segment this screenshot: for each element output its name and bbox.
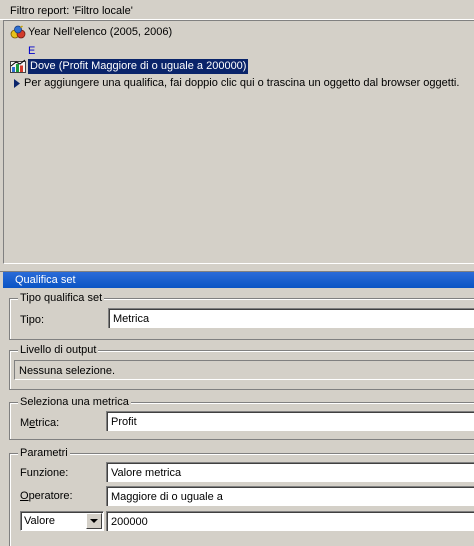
- add-qualification-hint-text: Per aggiungere una qualifica, fai doppio…: [24, 77, 460, 89]
- tipo-label: Tipo:: [20, 314, 45, 326]
- filter-row-year-text: Year Nell'elenco (2005, 2006): [28, 26, 173, 38]
- filter-row-year[interactable]: Year Nell'elenco (2005, 2006): [10, 25, 172, 40]
- seleziona-metrica-group: Seleziona una metrica Metrica: Profit: [9, 396, 474, 440]
- livello-output-group-title: Livello di output: [18, 344, 99, 357]
- qualification-header: Qualifica set: [3, 272, 474, 288]
- funzione-label: Funzione:: [20, 467, 69, 479]
- metrica-label: Metrica:: [20, 417, 60, 429]
- tipo-qualifica-group: Tipo qualifica set Tipo: Metrica: [9, 292, 474, 340]
- pane-splitter[interactable]: [0, 264, 474, 272]
- chevron-down-icon[interactable]: [86, 513, 102, 529]
- add-qualification-hint[interactable]: Per aggiungere una qualifica, fai doppio…: [10, 76, 459, 91]
- operatore-field[interactable]: Maggiore di o uguale a: [106, 486, 474, 506]
- livello-output-field[interactable]: Nessuna selezione.: [14, 360, 474, 380]
- valore-type-select-value: Valore: [24, 515, 55, 527]
- attribute-qualification-icon: [10, 25, 26, 40]
- valore-type-select[interactable]: Valore: [20, 511, 104, 531]
- conjunction-and[interactable]: E: [28, 45, 35, 57]
- filter-row-profit[interactable]: Dove (Profit Maggiore di o uguale a 2000…: [10, 59, 249, 74]
- funzione-field[interactable]: Valore metrica: [106, 462, 474, 482]
- livello-output-group: Livello di output Nessuna selezione.: [9, 344, 474, 390]
- filter-row-profit-text: Dove (Profit Maggiore di o uguale a 2000…: [28, 59, 249, 74]
- operatore-label: Operatore:: [20, 490, 73, 502]
- tipo-qualifica-group-title: Tipo qualifica set: [18, 292, 105, 305]
- qualification-properties-panel: Qualifica set Tipo qualifica set Tipo: M…: [3, 272, 474, 546]
- seleziona-metrica-group-title: Seleziona una metrica: [18, 396, 131, 409]
- metrica-field[interactable]: Profit: [106, 411, 474, 431]
- metric-qualification-icon: [10, 59, 26, 74]
- valore-field[interactable]: 200000: [106, 511, 474, 531]
- filter-definition-pane[interactable]: Year Nell'elenco (2005, 2006) E Dove (Pr…: [3, 20, 474, 264]
- parametri-group-title: Parametri: [18, 447, 70, 460]
- report-filter-title: Filtro report: 'Filtro locale': [0, 0, 474, 20]
- arrow-right-icon: [10, 76, 22, 91]
- parametri-group: Parametri Funzione: Valore metrica Opera…: [9, 447, 474, 546]
- tipo-field[interactable]: Metrica: [108, 308, 474, 328]
